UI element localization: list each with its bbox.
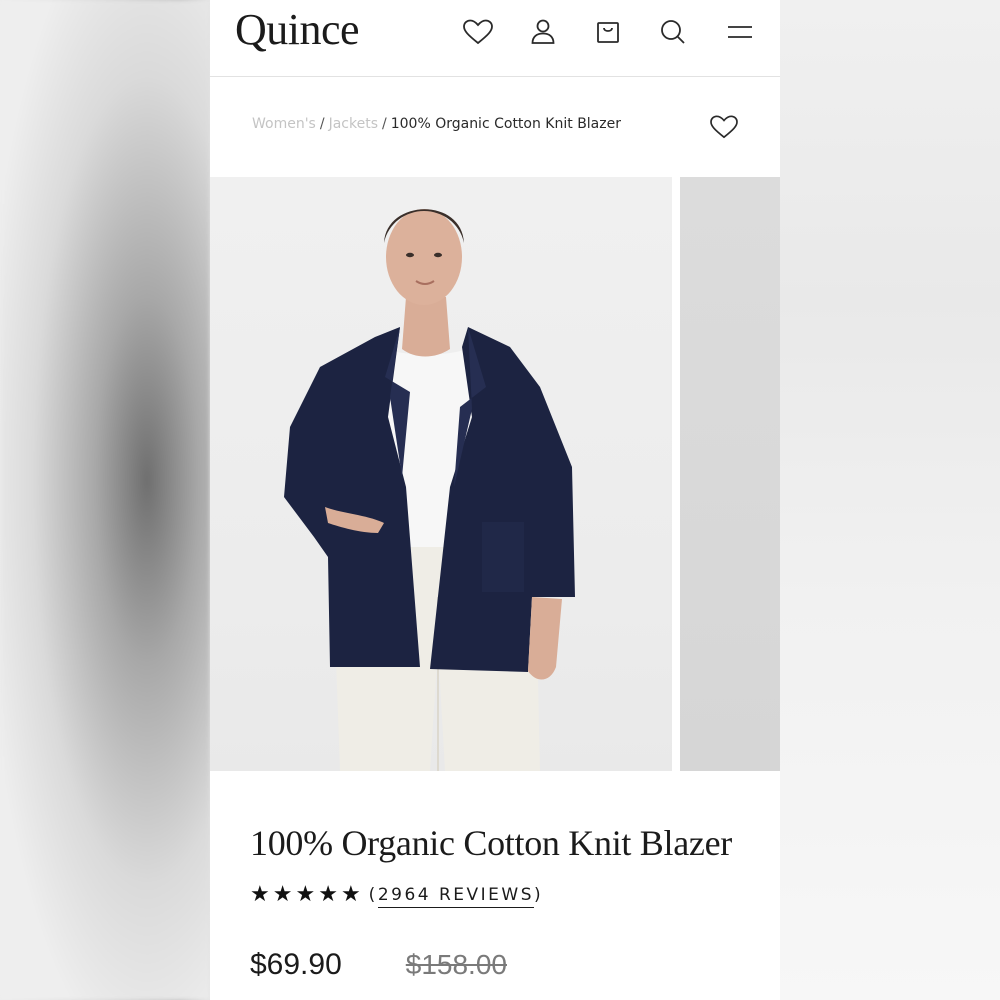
star-rating: ★ ★ ★ ★ ★ xyxy=(250,884,361,906)
sale-price: $69.90 xyxy=(250,948,342,981)
product-title: 100% Organic Cotton Knit Blazer xyxy=(250,823,732,863)
price-row: $69.90 $158.00 xyxy=(250,948,507,982)
user-icon xyxy=(531,19,555,44)
menu-button[interactable] xyxy=(723,15,757,49)
breadcrumb-womens[interactable]: Women's xyxy=(252,116,316,132)
star-icon: ★ xyxy=(272,882,293,907)
star-icon: ★ xyxy=(340,882,361,907)
breadcrumb-jackets[interactable]: Jackets xyxy=(329,116,378,132)
cart-button[interactable] xyxy=(591,15,625,49)
breadcrumb: Women's / Jackets/100% Organic Cotton Knit… xyxy=(252,116,621,132)
product-image-main[interactable] xyxy=(210,177,672,771)
product-page: Quince Women's / Jackets / 100% Organic … xyxy=(210,0,780,1000)
reviews-count: 2964 REVIEWS xyxy=(377,885,535,908)
brand-logo[interactable]: Quince xyxy=(235,4,360,55)
product-photo xyxy=(284,209,575,771)
account-button[interactable] xyxy=(526,15,560,49)
reviews-link[interactable]: (2964 REVIEWS) xyxy=(368,885,544,908)
breadcrumb-separator: / xyxy=(319,116,325,132)
menu-icon xyxy=(728,26,752,38)
bag-icon xyxy=(597,22,619,43)
star-icon: ★ xyxy=(250,882,270,907)
reviews-paren-open: ( xyxy=(368,885,378,905)
search-button[interactable] xyxy=(656,15,690,49)
add-to-wishlist-button[interactable] xyxy=(706,110,742,144)
background-blur-left xyxy=(0,0,210,1000)
star-icon: ★ xyxy=(295,882,316,907)
original-price: $158.00 xyxy=(405,949,507,980)
heart-icon xyxy=(463,19,493,45)
reviews-paren-close: ) xyxy=(534,885,544,905)
heart-icon xyxy=(710,115,738,139)
rating-row: ★ ★ ★ ★ ★ (2964 REVIEWS) xyxy=(250,884,544,908)
breadcrumb-separator: / xyxy=(382,116,387,132)
product-image-next-peek[interactable] xyxy=(680,177,780,771)
wishlist-header-button[interactable] xyxy=(461,15,495,49)
site-header: Quince xyxy=(210,0,780,77)
background-blur-right xyxy=(780,0,1000,1000)
breadcrumb-current: 100% Organic Cotton Knit Blazer xyxy=(390,116,621,132)
search-icon xyxy=(661,20,685,44)
star-icon: ★ xyxy=(318,882,338,907)
